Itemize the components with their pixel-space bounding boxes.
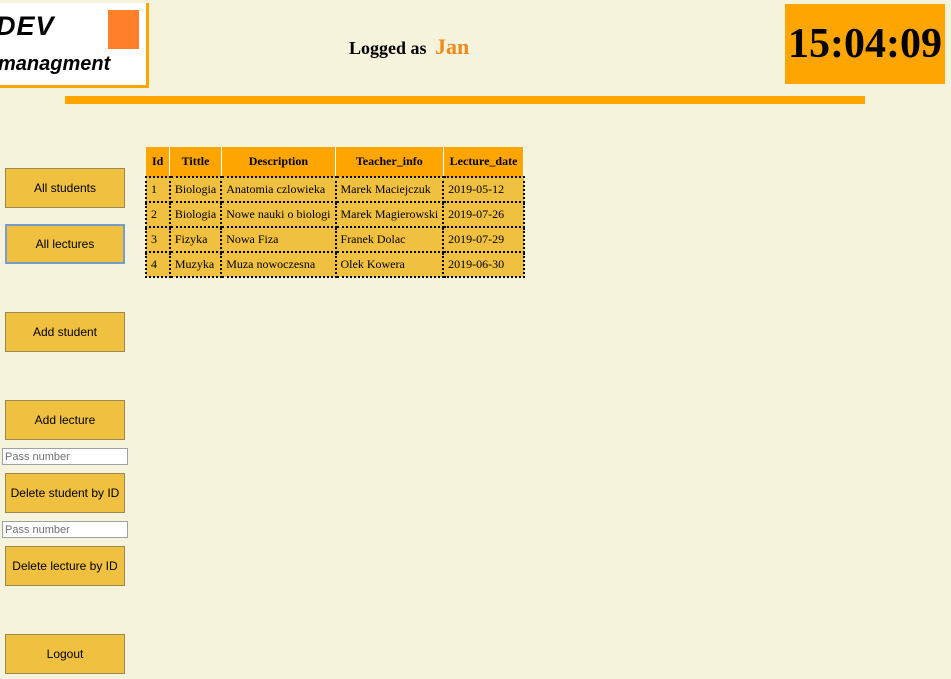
column-header-lecture-date: Lecture_date — [443, 147, 525, 177]
cell-teacher-info: Franek Dolac — [334, 226, 445, 253]
logo-text-managment: managment — [0, 53, 111, 75]
header-divider — [65, 96, 865, 104]
cell-description: Nowe nauki o biologi — [220, 201, 337, 228]
lectures-table: Id Tittle Description Teacher_info Lectu… — [145, 147, 525, 278]
all-lectures-button[interactable]: All lectures — [5, 224, 125, 264]
cell-id: 2 — [145, 201, 171, 228]
table-header-row: Id Tittle Description Teacher_info Lectu… — [146, 147, 525, 177]
clock-display: 15:04:09 — [785, 4, 945, 84]
app-logo: DEV managment — [0, 3, 149, 88]
column-header-id: Id — [146, 147, 171, 177]
cell-title: Muzyka — [168, 251, 223, 278]
cell-id: 3 — [145, 226, 171, 253]
logo-text-dev: DEV — [0, 11, 55, 41]
column-header-teacher-info: Teacher_info — [335, 147, 444, 177]
logout-button[interactable]: Logout — [5, 634, 125, 674]
delete-lecture-id-input[interactable] — [2, 521, 128, 538]
table-row: 4 Muzyka Muza nowoczesna Olek Kowera 201… — [145, 251, 525, 278]
add-lecture-button[interactable]: Add lecture — [5, 400, 125, 440]
table-row: 1 Biologia Anatomia czlowieka Marek Maci… — [145, 176, 525, 203]
cell-teacher-info: Olek Kowera — [334, 251, 445, 278]
cell-description: Nowa Fiza — [220, 226, 337, 253]
column-header-description: Description — [221, 147, 337, 177]
cell-title: Biologia — [168, 201, 223, 228]
cell-title: Biologia — [168, 176, 223, 203]
table-row: 2 Biologia Nowe nauki o biologi Marek Ma… — [145, 201, 525, 228]
delete-lecture-button[interactable]: Delete lecture by ID — [5, 546, 125, 586]
cell-lecture-date: 2019-07-29 — [442, 226, 525, 253]
logged-as-label: Logged as Jan — [349, 34, 469, 60]
table-row: 3 Fizyka Nowa Fiza Franek Dolac 2019-07-… — [145, 226, 525, 253]
cell-lecture-date: 2019-05-12 — [442, 176, 525, 203]
cell-id: 4 — [145, 251, 171, 278]
cell-id: 1 — [145, 176, 171, 203]
logo-square-icon — [108, 10, 139, 49]
logged-username: Jan — [435, 34, 470, 59]
cell-lecture-date: 2019-06-30 — [442, 251, 525, 278]
delete-student-button[interactable]: Delete student by ID — [5, 473, 125, 513]
logged-as-prefix: Logged as — [349, 38, 427, 58]
cell-description: Anatomia czlowieka — [220, 176, 337, 203]
delete-student-id-input[interactable] — [2, 448, 128, 465]
add-student-button[interactable]: Add student — [5, 312, 125, 352]
column-header-title: Tittle — [169, 147, 222, 177]
cell-title: Fizyka — [168, 226, 223, 253]
cell-lecture-date: 2019-07-26 — [442, 201, 525, 228]
cell-teacher-info: Marek Magierowski — [334, 201, 445, 228]
all-students-button[interactable]: All students — [5, 168, 125, 208]
cell-description: Muza nowoczesna — [220, 251, 337, 278]
cell-teacher-info: Marek Maciejczuk — [334, 176, 445, 203]
